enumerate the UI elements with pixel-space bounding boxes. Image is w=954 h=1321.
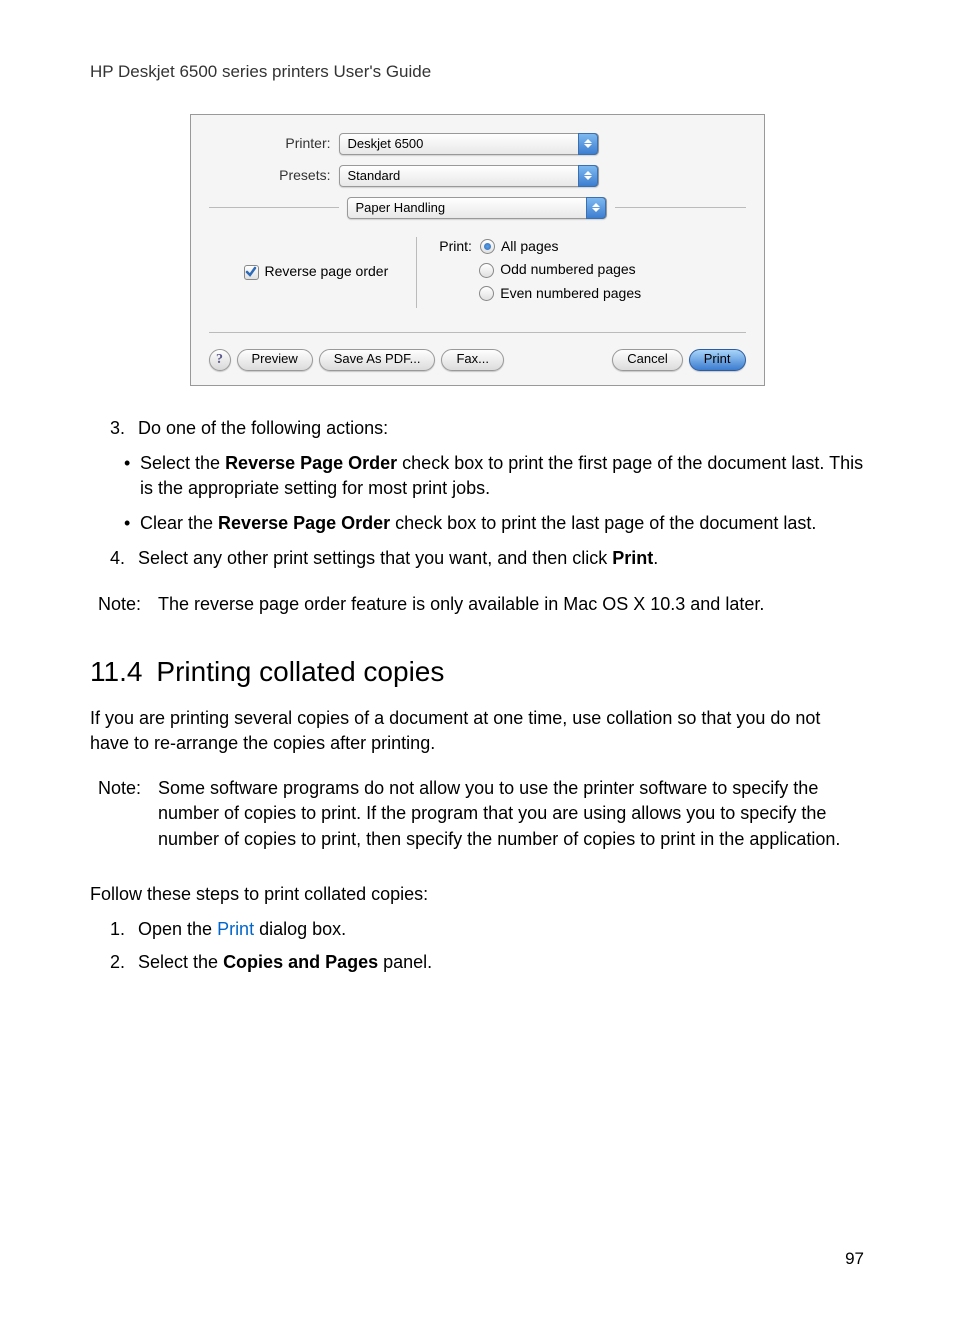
radio-odd-label: Odd numbered pages (500, 260, 635, 280)
note-text: The reverse page order feature is only a… (158, 592, 864, 617)
print-radio-section: Print: All pages Odd numbered pages Even… (417, 237, 641, 308)
pane-dropdown[interactable]: Paper Handling (347, 197, 607, 219)
reverse-page-order-container: Reverse page order (244, 237, 418, 308)
note-collated: Note: Some software programs do not allo… (98, 776, 864, 852)
step-text: Select any other print settings that you… (138, 546, 864, 571)
options-section: Reverse page order Print: All pages Odd … (209, 229, 746, 326)
pane-dropdown-value: Paper Handling (356, 199, 446, 217)
radio-even-pages[interactable] (479, 286, 494, 301)
step-4: 4. Select any other print settings that … (110, 546, 864, 571)
print-label: Print: (439, 237, 472, 257)
pane-row: Paper Handling (209, 197, 746, 219)
dropdown-arrow-icon (586, 197, 606, 219)
bullet-select: • Select the Reverse Page Order check bo… (124, 451, 864, 501)
step-number: 3. (110, 416, 138, 441)
dropdown-arrow-icon (578, 133, 598, 155)
printer-dropdown[interactable]: Deskjet 6500 (339, 133, 599, 155)
bullet-marker: • (124, 511, 140, 536)
section-number: 11.4 (90, 652, 142, 691)
reverse-page-order-checkbox[interactable] (244, 265, 259, 280)
collated-step-2: 2. Select the Copies and Pages panel. (110, 950, 864, 975)
cancel-button[interactable]: Cancel (612, 349, 682, 371)
radio-even-label: Even numbered pages (500, 284, 641, 304)
radio-all-label: All pages (501, 237, 559, 257)
radio-all-row: Print: All pages (439, 237, 641, 257)
print-button[interactable]: Print (689, 349, 746, 371)
print-dialog-screenshot: Printer: Deskjet 6500 Presets: Standard … (190, 114, 765, 386)
bullet-marker: • (124, 451, 140, 501)
presets-label: Presets: (209, 166, 339, 186)
printer-dropdown-value: Deskjet 6500 (348, 135, 424, 153)
step-number: 1. (110, 917, 138, 942)
dialog-buttons-row: ? Preview Save As PDF... Fax... Cancel P… (209, 339, 746, 371)
bullet-text: Select the Reverse Page Order check box … (140, 451, 864, 501)
section-title: Printing collated copies (156, 652, 444, 691)
save-as-pdf-button[interactable]: Save As PDF... (319, 349, 436, 371)
print-link[interactable]: Print (217, 919, 254, 939)
note-label: Note: (98, 592, 158, 617)
preview-button[interactable]: Preview (237, 349, 313, 371)
fax-button[interactable]: Fax... (441, 349, 504, 371)
radio-even-row: Even numbered pages (479, 284, 641, 304)
note-text: Some software programs do not allow you … (158, 776, 864, 852)
step-text: Select the Copies and Pages panel. (138, 950, 864, 975)
step-text: Do one of the following actions: (138, 416, 864, 441)
presets-dropdown[interactable]: Standard (339, 165, 599, 187)
intro-paragraph: If you are printing several copies of a … (90, 706, 864, 756)
follow-steps-text: Follow these steps to print collated cop… (90, 882, 864, 907)
collated-step-1: 1. Open the Print dialog box. (110, 917, 864, 942)
dropdown-arrow-icon (578, 165, 598, 187)
help-button[interactable]: ? (209, 349, 231, 371)
printer-label: Printer: (209, 134, 339, 154)
bullet-clear: • Clear the Reverse Page Order check box… (124, 511, 864, 536)
reverse-page-order-label: Reverse page order (265, 262, 389, 282)
step-number: 4. (110, 546, 138, 571)
page-header: HP Deskjet 6500 series printers User's G… (90, 60, 864, 84)
step-text: Open the Print dialog box. (138, 917, 864, 942)
bullet-text: Clear the Reverse Page Order check box t… (140, 511, 816, 536)
page-number: 97 (845, 1247, 864, 1271)
divider-line (615, 207, 746, 208)
note-reverse-page: Note: The reverse page order feature is … (98, 592, 864, 617)
printer-row: Printer: Deskjet 6500 (209, 133, 746, 155)
radio-odd-pages[interactable] (479, 263, 494, 278)
presets-dropdown-value: Standard (348, 167, 401, 185)
body-content: 3. Do one of the following actions: • Se… (90, 416, 864, 976)
presets-row: Presets: Standard (209, 165, 746, 187)
step-3: 3. Do one of the following actions: (110, 416, 864, 441)
note-label: Note: (98, 776, 158, 852)
dialog-divider (209, 332, 746, 333)
radio-all-pages[interactable] (480, 239, 495, 254)
radio-odd-row: Odd numbered pages (479, 260, 641, 280)
checkmark-icon (245, 266, 257, 278)
section-heading: 11.4 Printing collated copies (90, 652, 864, 691)
step-number: 2. (110, 950, 138, 975)
divider-line (209, 207, 339, 208)
